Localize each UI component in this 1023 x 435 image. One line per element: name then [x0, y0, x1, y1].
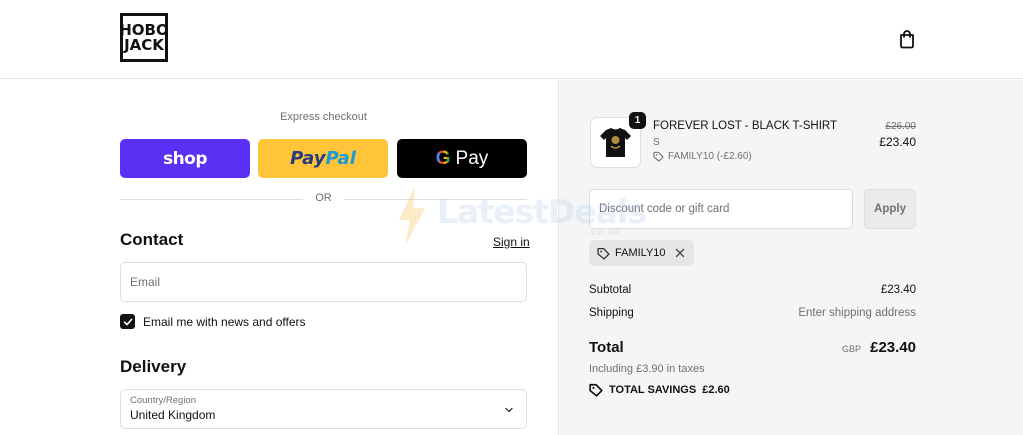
divider-line-right — [344, 199, 527, 200]
google-g-icon: G — [435, 147, 451, 169]
savings-value: £2.60 — [702, 384, 730, 396]
shipping-label: Shipping — [589, 307, 634, 319]
discount-code-input[interactable] — [589, 189, 853, 229]
sign-in-link[interactable]: Sign in — [493, 235, 530, 249]
applied-code-chip: FAMILY10 — [589, 240, 694, 266]
paypal-button[interactable]: Pay Pal — [258, 139, 388, 178]
shopping-bag-icon[interactable] — [897, 29, 917, 49]
product-name: FOREVER LOST - BLACK T-SHIRT — [653, 120, 838, 132]
checkmark-icon — [123, 318, 132, 325]
product-discount: FAMILY10 (-£2.60) — [653, 151, 752, 162]
newsletter-option: Email me with news and offers — [120, 314, 306, 329]
subtotal-label: Subtotal — [589, 284, 632, 296]
subtotal-value: £23.40 — [880, 284, 916, 296]
newsletter-checkbox[interactable] — [120, 314, 135, 329]
product-variant: S — [653, 137, 660, 148]
express-checkout-title: Express checkout — [280, 111, 367, 123]
paypal-label-pay: Pay — [290, 148, 326, 169]
product-discount-text: FAMILY10 (-£2.60) — [668, 151, 752, 162]
hobo-jack-logo[interactable]: HOBO JACK — [119, 13, 169, 62]
or-label: OR — [315, 192, 332, 204]
email-field[interactable] — [120, 262, 527, 302]
logo-line-2: JACK — [124, 35, 164, 54]
country-select[interactable]: Country/Region United Kingdom — [120, 389, 527, 429]
tax-note: Including £3.90 in taxes — [589, 363, 705, 375]
tag-icon — [653, 151, 664, 162]
total-label: Total — [589, 339, 624, 356]
site-header: HOBO JACK — [0, 0, 1023, 79]
original-price: £26.00 — [885, 121, 916, 132]
or-divider: OR — [120, 192, 527, 206]
google-pay-button[interactable]: G Pay — [397, 139, 527, 178]
shop-pay-button[interactable]: shop — [120, 139, 250, 178]
close-icon[interactable] — [675, 248, 685, 258]
shop-pay-label: shop — [162, 148, 208, 169]
tag-icon — [597, 247, 610, 260]
google-pay-label: Pay — [455, 147, 489, 169]
total-savings: TOTAL SAVINGS £2.60 — [589, 383, 730, 397]
currency-code: GBP — [841, 344, 861, 354]
total-value: £23.40 — [870, 339, 916, 356]
savings-label: TOTAL SAVINGS — [609, 384, 697, 396]
current-price: £23.40 — [879, 135, 916, 149]
applied-code-text: FAMILY10 — [615, 247, 666, 259]
apply-discount-button[interactable]: Apply — [864, 189, 916, 229]
country-value: United Kingdom — [130, 408, 216, 422]
shipping-value: Enter shipping address — [798, 307, 916, 319]
country-label: Country/Region — [130, 395, 197, 406]
chevron-down-icon — [505, 407, 513, 413]
delivery-heading: Delivery — [120, 357, 187, 376]
tag-icon — [589, 383, 603, 397]
paypal-label-pal: Pal — [325, 148, 356, 169]
newsletter-label: Email me with news and offers — [143, 314, 306, 329]
quantity-badge: 1 — [629, 112, 646, 129]
contact-heading: Contact — [120, 230, 184, 249]
